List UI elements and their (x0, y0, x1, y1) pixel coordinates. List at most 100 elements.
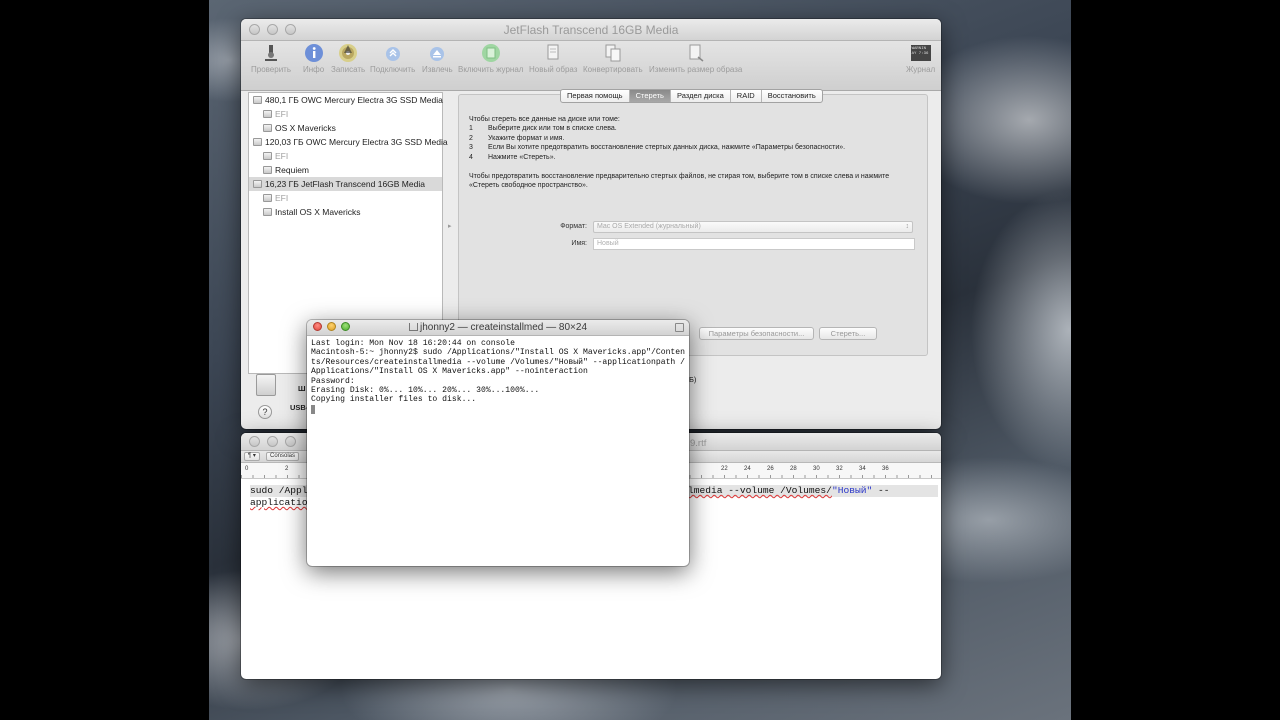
sidebar-disk-item[interactable]: 480,1 ГБ OWC Mercury Electra 3G SSD Medi… (249, 93, 443, 107)
ruler-tick-label: 0 (245, 466, 249, 472)
log-icon: WARNIN AY 7:36 (910, 45, 931, 61)
new-image-icon (547, 44, 559, 60)
volume-icon (263, 124, 272, 132)
erase-button[interactable]: Стереть... (819, 327, 877, 340)
terminal-output[interactable]: Last login: Mon Nov 18 16:20:44 on conso… (307, 336, 689, 419)
text-fragment: lmedia --volume /Volumes/ (688, 485, 832, 496)
minimize-button[interactable] (267, 436, 278, 447)
sidebar-item-label: Install OS X Mavericks (275, 207, 361, 217)
convert-icon (605, 44, 621, 62)
help-step: 1 Выберите диск или том в списке слева. (469, 124, 919, 133)
help-intro: Чтобы стереть все данные на диске или то… (469, 116, 620, 123)
ruler-tick-label: 26 (767, 466, 774, 472)
mount-icon (385, 47, 400, 61)
eject-icon (430, 47, 445, 61)
home-icon (408, 323, 418, 331)
sidebar-item-label: 16,23 ГБ JetFlash Transcend 16GB Media (265, 179, 425, 189)
ruler-tick-label: 36 (882, 466, 889, 472)
step-text: Нажмите «Стереть». (488, 153, 556, 161)
text-volume-name: "Новый" (831, 485, 873, 496)
toolbar: Проверить Инфо Записать Подключить Извле… (241, 41, 941, 91)
enable-journaling-button[interactable]: Включить журнал (458, 43, 523, 74)
ruler-tick-label: 32 (836, 466, 843, 472)
tab-4[interactable]: Восстановить (762, 90, 822, 102)
minimize-button[interactable] (267, 24, 278, 35)
text-line-1: sudo /Appl (250, 485, 308, 497)
zoom-button[interactable] (285, 436, 296, 447)
help-step: 4 Нажмите «Стереть». (469, 153, 919, 162)
mount-button[interactable]: Подключить (370, 43, 415, 74)
zoom-button[interactable] (285, 24, 296, 35)
tab-2[interactable]: Раздел диска (671, 90, 731, 102)
disk-utility-titlebar[interactable]: JetFlash Transcend 16GB Media (241, 19, 941, 41)
sidebar-disk-item[interactable]: 16,23 ГБ JetFlash Transcend 16GB Media (249, 177, 442, 191)
info-button[interactable]: Инфо (303, 43, 324, 74)
paragraph-icon: ¶ (248, 453, 252, 459)
close-button[interactable] (313, 322, 322, 331)
sidebar-volume-item[interactable]: EFI (249, 149, 442, 163)
burn-button[interactable]: Записать (331, 43, 365, 74)
volume-icon (263, 208, 272, 216)
toolbar-label: Конвертировать (583, 65, 643, 74)
disk-icon (253, 138, 262, 146)
sidebar-volume-item[interactable]: EFI (249, 191, 442, 205)
sidebar-item-label: EFI (275, 193, 289, 203)
terminal-window: jhonny2 — createinstallmed — 80×24 Last … (307, 320, 689, 566)
close-button[interactable] (249, 24, 260, 35)
sidebar-item-label: 120,03 ГБ OWC Mercury Electra 3G SSD Med… (265, 137, 448, 147)
volume-icon (263, 110, 272, 118)
resize-image-button[interactable]: Изменить размер образа (649, 43, 742, 74)
name-input[interactable]: Новый (593, 238, 915, 250)
sidebar-volume-item[interactable]: Install OS X Mavericks (249, 205, 442, 219)
text-line-2: applicatio (250, 497, 308, 508)
sidebar-item-label: 480,1 ГБ OWC Mercury Electra 3G SSD Medi… (265, 95, 443, 105)
fullscreen-icon[interactable] (675, 323, 684, 332)
paragraph-styles-button[interactable]: ¶ ▾ (244, 452, 260, 461)
microscope-icon (265, 45, 277, 61)
zoom-button[interactable] (341, 322, 350, 331)
minimize-button[interactable] (327, 322, 336, 331)
disk-info-label: Ш (298, 384, 306, 393)
sidebar-volume-item[interactable]: EFI (249, 107, 442, 121)
sidebar-item-label: EFI (275, 109, 289, 119)
sidebar-volume-item[interactable]: Requiem (249, 163, 442, 177)
tab-3[interactable]: RAID (731, 90, 762, 102)
ruler-tick-label: 24 (744, 466, 751, 472)
step-number: 2 (469, 134, 473, 142)
terminal-line: Macintosh-5:~ jhonny2$ sudo /Application… (311, 348, 685, 377)
terminal-titlebar[interactable]: jhonny2 — createinstallmed — 80×24 (307, 320, 689, 336)
eject-button[interactable]: Извлечь (422, 43, 453, 74)
ruler-tick-label: 28 (790, 466, 797, 472)
tab-1[interactable]: Стереть (629, 90, 671, 102)
close-button[interactable] (249, 436, 260, 447)
info-icon (304, 44, 323, 62)
toolbar-label: Журнал (906, 65, 936, 74)
new-image-button[interactable]: Новый образ (529, 43, 577, 74)
resize-image-icon (689, 44, 704, 62)
font-family-button[interactable]: Consolas (266, 452, 300, 461)
tab-0[interactable]: Первая помощь (561, 90, 630, 102)
toolbar-label: Инфо (303, 65, 325, 74)
toolbar-label: Подключить (370, 65, 416, 74)
sidebar-disk-item[interactable]: 120,03 ГБ OWC Mercury Electra 3G SSD Med… (249, 135, 448, 149)
disk-icon (253, 180, 262, 188)
toolbar-label: Проверить (251, 65, 292, 74)
verify-button[interactable]: Проверить (251, 43, 291, 74)
help-step: 2 Укажите формат и имя. (469, 134, 919, 143)
terminal-cursor (311, 404, 315, 414)
terminal-line: Erasing Disk: 0%... 10%... 20%... 30%...… (311, 386, 540, 396)
security-options-button[interactable]: Параметры безопасности... (699, 327, 814, 340)
volume-icon (263, 152, 272, 160)
format-select[interactable]: Mac OS Extended (журнальный) (593, 221, 913, 233)
convert-button[interactable]: Конвертировать (583, 43, 643, 74)
toolbar-label: Новый образ (529, 65, 578, 74)
help-step: 3 Если Вы хотите предотвратить восстановл… (469, 143, 919, 152)
log-button[interactable]: WARNIN AY 7:36 Журнал (906, 43, 935, 74)
document-text-right[interactable]: lmedia --volume /Volumes/"Новый" -- (686, 485, 938, 497)
split-handle[interactable]: ▸ (448, 222, 452, 230)
toolbar-label: Включить журнал (458, 65, 524, 74)
sidebar-volume-item[interactable]: OS X Mavericks (249, 121, 442, 135)
toolbar-label: Извлечь (422, 65, 453, 74)
step-text: Укажите формат и имя. (488, 134, 565, 142)
help-button[interactable]: ? (258, 405, 272, 419)
